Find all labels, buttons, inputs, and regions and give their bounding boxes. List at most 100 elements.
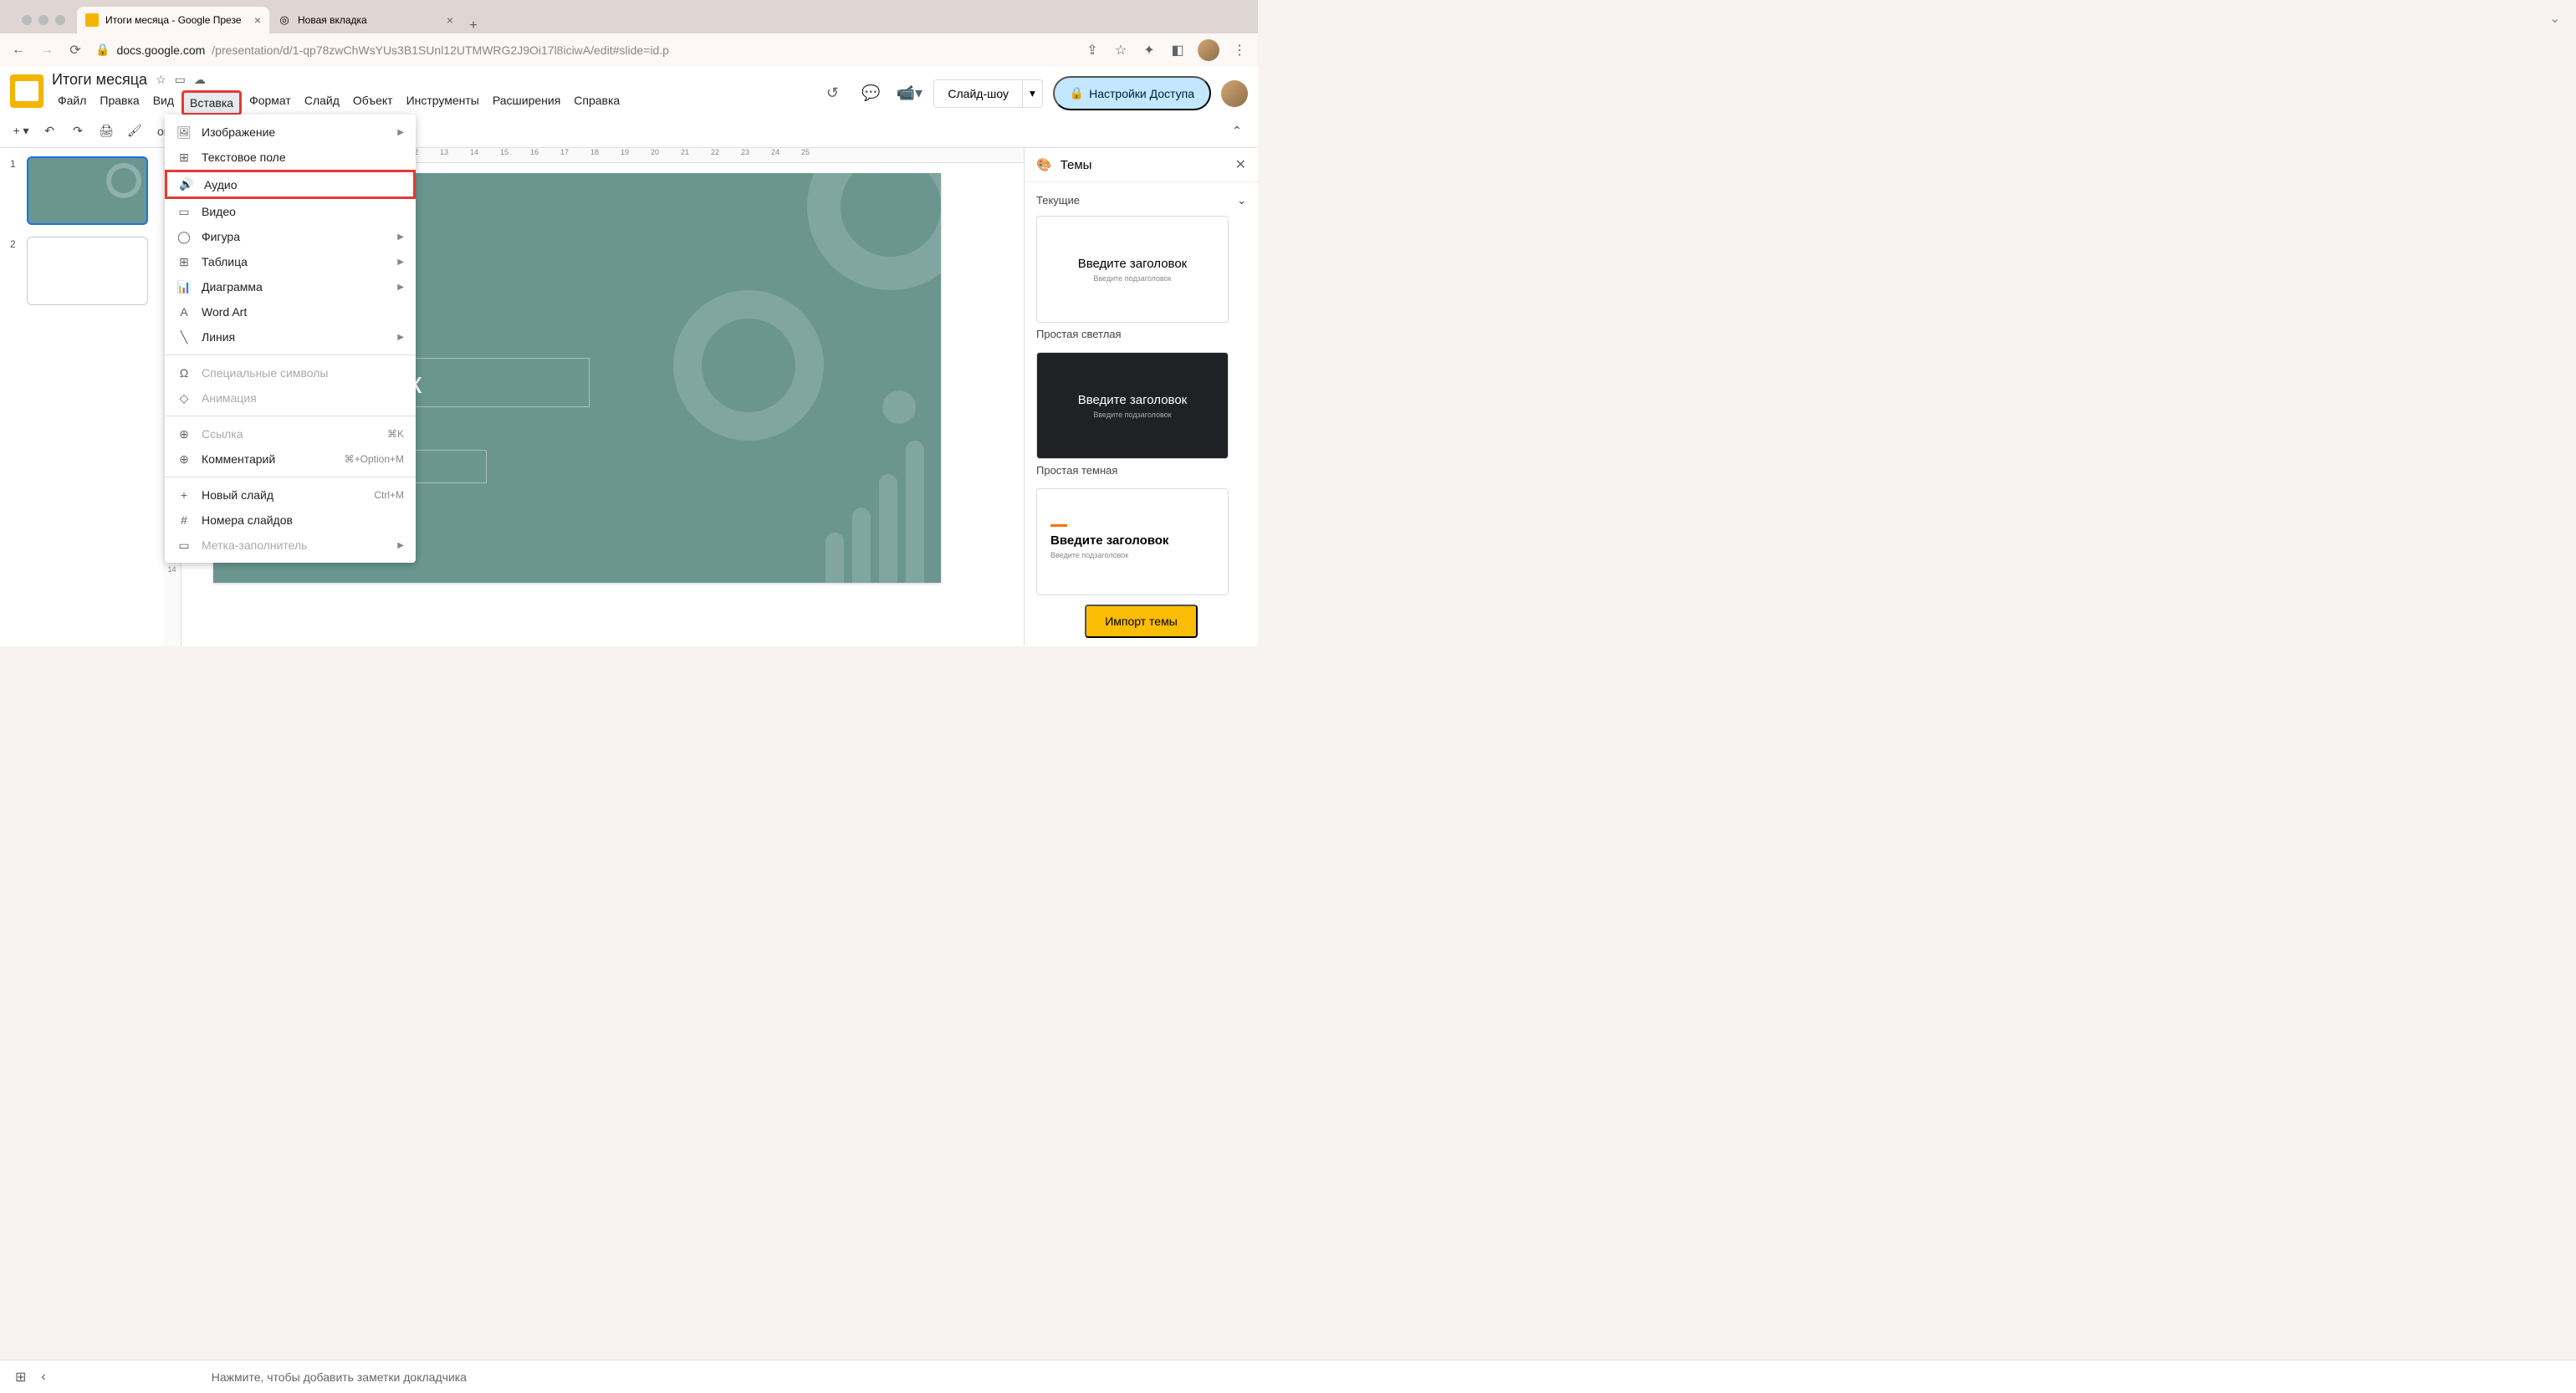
insert-menu-item[interactable]: ╲Линия▶: [165, 324, 416, 350]
themes-body[interactable]: Текущие ⌄ Введите заголовок Введите подз…: [1025, 182, 1258, 596]
meet-icon[interactable]: 📹▾: [895, 79, 923, 108]
theme-preview-title: Введите заголовок: [1078, 257, 1188, 271]
chevron-right-icon: ▶: [397, 283, 404, 292]
chevron-right-icon: ▶: [397, 258, 404, 267]
reload-icon[interactable]: ⟳: [67, 42, 84, 59]
window-controls[interactable]: [10, 15, 77, 33]
extensions-icon[interactable]: ✦: [1141, 42, 1158, 59]
menu-item-icon: ◯: [176, 230, 192, 244]
chevron-left-icon[interactable]: ‹: [41, 1370, 45, 1385]
insert-menu-item[interactable]: 🔊Аудио: [165, 170, 416, 199]
insert-menu-item[interactable]: 🖼Изображение▶: [165, 120, 416, 145]
insert-menu-item[interactable]: ⊞Текстовое поле: [165, 145, 416, 170]
tab-close-icon[interactable]: ×: [447, 13, 453, 27]
minimize-dot-icon[interactable]: [38, 15, 49, 25]
menu-item-label: Специальные символы: [202, 366, 328, 380]
insert-menu-item[interactable]: AWord Art: [165, 299, 416, 324]
insert-menu-item[interactable]: +Новый слайдCtrl+M: [165, 482, 416, 508]
menu-инструменты[interactable]: Инструменты: [401, 90, 485, 115]
slides-favicon-icon: [85, 13, 99, 27]
share-icon[interactable]: ⇪: [1084, 42, 1101, 59]
redo-icon[interactable]: ↷: [67, 120, 89, 142]
tab-close-icon[interactable]: ×: [254, 13, 261, 27]
history-icon[interactable]: ↺: [818, 79, 846, 108]
forward-icon[interactable]: →: [38, 42, 55, 59]
tab-title: Итоги месяца - Google Презе: [105, 14, 242, 26]
theme-card-light[interactable]: Введите заголовок Введите подзаголовок: [1036, 216, 1229, 323]
insert-menu-item[interactable]: 📊Диаграмма▶: [165, 274, 416, 299]
filmstrip-slide[interactable]: 1: [10, 156, 153, 225]
document-title[interactable]: Итоги месяца: [52, 71, 147, 89]
undo-icon[interactable]: ↶: [38, 120, 60, 142]
profile-avatar[interactable]: [1198, 39, 1219, 61]
cloud-status-icon[interactable]: ☁: [194, 73, 206, 87]
menu-справка[interactable]: Справка: [568, 90, 626, 115]
speaker-notes-placeholder[interactable]: Нажмите, чтобы добавить заметки докладчи…: [212, 1370, 467, 1384]
menu-item-label: Таблица: [202, 255, 248, 268]
theme-preview-title: Введите заголовок: [1050, 533, 1168, 548]
star-icon[interactable]: ☆: [1112, 42, 1129, 59]
menu-icon[interactable]: ⋮: [1231, 42, 1248, 59]
menu-item-icon: 📊: [176, 280, 192, 294]
slide-thumbnail[interactable]: [27, 237, 148, 305]
menu-слайд[interactable]: Слайд: [299, 90, 345, 115]
close-icon[interactable]: ✕: [1235, 156, 1246, 173]
menu-item-label: Номера слайдов: [202, 513, 293, 527]
share-button[interactable]: 🔒 Настройки Доступа: [1053, 76, 1211, 110]
theme-card-dark[interactable]: Введите заголовок Введите подзаголовок: [1036, 352, 1229, 459]
theme-icon: 🎨: [1036, 157, 1052, 172]
import-theme-button[interactable]: Импорт темы: [1085, 605, 1198, 638]
app-header: Итоги месяца ☆ ▭ ☁ ФайлПравкаВидВставкаФ…: [0, 66, 1258, 115]
menu-item-label: Метка-заполнитель: [202, 538, 307, 552]
insert-menu-item[interactable]: ⊞Таблица▶: [165, 249, 416, 274]
menu-вид[interactable]: Вид: [147, 90, 180, 115]
insert-menu-item[interactable]: ◯Фигура▶: [165, 224, 416, 249]
chevron-up-icon[interactable]: ⌃: [1226, 120, 1248, 142]
insert-menu-item[interactable]: # Номера слайдов: [165, 508, 416, 533]
new-slide-button[interactable]: + ▾: [10, 120, 32, 142]
star-icon[interactable]: ☆: [156, 73, 166, 87]
slideshow-button[interactable]: Слайд-шоу: [933, 79, 1023, 108]
slides-logo-icon[interactable]: [10, 74, 43, 108]
menu-объект[interactable]: Объект: [347, 90, 399, 115]
back-icon[interactable]: ←: [10, 42, 27, 59]
tab-title: Новая вкладка: [298, 14, 367, 26]
menu-item-label: Ссылка: [202, 427, 243, 441]
menu-вставка[interactable]: Вставка: [181, 90, 242, 115]
slide-number: 1: [10, 156, 20, 225]
decoration-ring: [673, 290, 824, 441]
filmstrip[interactable]: 1 2: [0, 148, 163, 646]
browser-tab[interactable]: ◎ Новая вкладка ×: [269, 7, 462, 33]
theme-card-stream[interactable]: Введите заголовок Введите подзаголовок: [1036, 488, 1229, 595]
chevron-right-icon: ▶: [397, 232, 404, 242]
menu-формат[interactable]: Формат: [243, 90, 297, 115]
insert-menu-item: ΩСпециальные символы: [165, 360, 416, 385]
print-icon[interactable]: 🖨: [95, 120, 117, 142]
new-tab-button[interactable]: +: [462, 18, 485, 33]
grid-view-icon[interactable]: ⊞: [15, 1369, 26, 1385]
slide-thumbnail-selected[interactable]: [27, 156, 148, 225]
menu-item-icon: ▭: [176, 205, 192, 219]
chevron-down-icon[interactable]: ⌄: [2549, 10, 2566, 27]
move-icon[interactable]: ▭: [175, 73, 186, 87]
slideshow-dropdown[interactable]: ▾: [1023, 79, 1043, 108]
menu-правка[interactable]: Правка: [94, 90, 145, 115]
close-dot-icon[interactable]: [22, 15, 32, 25]
insert-menu-item[interactable]: ▭Видео: [165, 199, 416, 224]
insert-menu-item[interactable]: ⊕Комментарий⌘+Option+M: [165, 446, 416, 472]
maximize-dot-icon[interactable]: [55, 15, 65, 25]
theme-preview-title: Введите заголовок: [1078, 393, 1188, 407]
browser-tab-active[interactable]: Итоги месяца - Google Презе ×: [77, 7, 269, 33]
paint-format-icon[interactable]: 🖌: [124, 120, 146, 142]
filmstrip-slide[interactable]: 2: [10, 237, 153, 305]
theme-section-current[interactable]: Текущие ⌄: [1036, 191, 1246, 216]
menu-расширения[interactable]: Расширения: [487, 90, 566, 115]
menu-item-icon: #: [176, 513, 192, 527]
theme-preview-sub: Введите подзаголовок: [1093, 411, 1171, 419]
menu-файл[interactable]: Файл: [52, 90, 92, 115]
comments-icon[interactable]: 💬: [856, 79, 885, 108]
user-avatar[interactable]: [1221, 80, 1248, 107]
sidepanel-icon[interactable]: ◧: [1169, 42, 1186, 59]
url-field[interactable]: 🔒 docs.google.com/presentation/d/1-qp78z…: [95, 43, 1072, 57]
menu-item-label: Анимация: [202, 391, 257, 405]
